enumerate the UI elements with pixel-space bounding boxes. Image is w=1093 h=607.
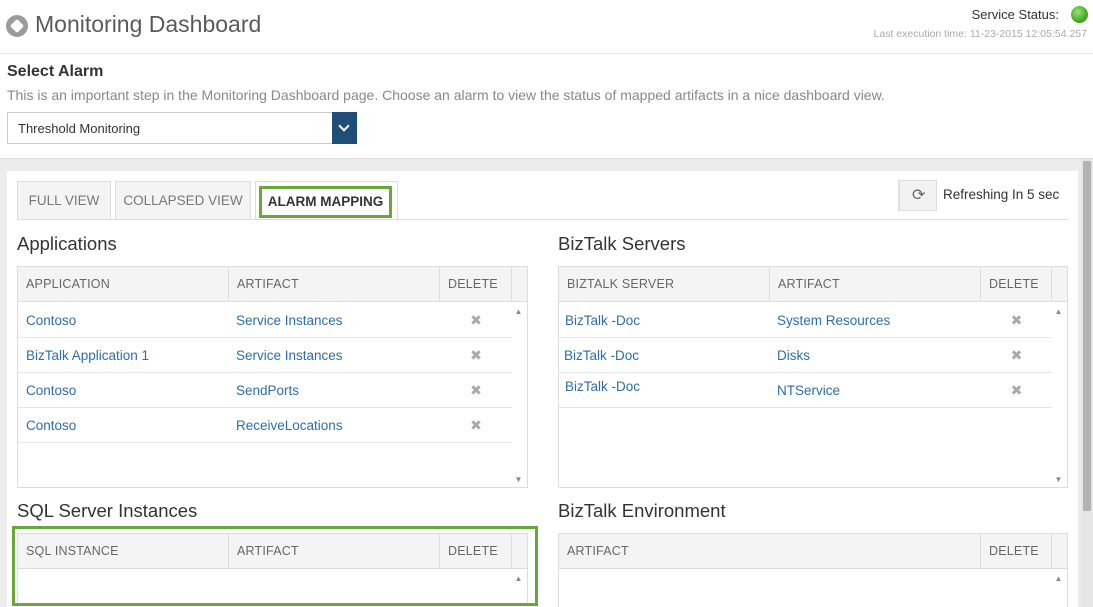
select-alarm-title: Select Alarm — [7, 63, 104, 80]
page-scrollbar-thumb[interactable] — [1083, 161, 1091, 511]
column-header-delete: DELETE — [981, 267, 1052, 302]
refresh-icon: ⟳ — [912, 187, 926, 204]
tabs-divider — [17, 219, 1068, 220]
column-header-delete: DELETE — [440, 267, 512, 302]
biztalk-environment-grid-scrollbar[interactable]: ▲ — [1050, 570, 1067, 607]
artifact-link[interactable]: Disks — [777, 338, 810, 373]
delete-icon[interactable]: ✖ — [981, 303, 1052, 338]
scroll-up-arrow-icon[interactable]: ▲ — [1050, 307, 1067, 316]
tab-full-view[interactable]: FULL VIEW — [17, 181, 111, 220]
chevron-down-icon[interactable] — [332, 112, 357, 144]
tab-alarm-mapping-label: ALARM MAPPING — [259, 186, 392, 218]
biztalk-server-link[interactable]: BizTalk -Doc — [565, 369, 640, 404]
scroll-up-arrow-icon[interactable]: ▲ — [1050, 574, 1067, 583]
artifact-link[interactable]: ReceiveLocations — [236, 408, 343, 443]
page-scrollbar[interactable] — [1081, 159, 1093, 607]
table-row: Contoso Service Instances ✖ — [18, 303, 512, 338]
column-header-biztalk-server[interactable]: BIZTALK SERVER — [559, 267, 770, 302]
artifact-link[interactable]: Service Instances — [236, 338, 343, 373]
sql-instances-highlight-frame — [12, 526, 538, 606]
application-link[interactable]: Contoso — [26, 373, 76, 408]
table-row: BizTalk -Doc Disks ✖ — [559, 338, 1052, 373]
applications-title: Applications — [17, 233, 117, 254]
page-title: Monitoring Dashboard — [35, 11, 262, 37]
table-row: BizTalk -Doc System Resources ✖ — [559, 303, 1052, 338]
column-header-artifact[interactable]: ARTIFACT — [229, 267, 440, 302]
application-link[interactable]: Contoso — [26, 408, 76, 443]
biztalk-servers-title: BizTalk Servers — [558, 233, 686, 254]
biztalk-server-link[interactable]: BizTalk -Doc — [565, 303, 640, 338]
delete-icon[interactable]: ✖ — [440, 303, 512, 338]
biztalk-servers-grid-scrollbar[interactable]: ▲ ▼ — [1050, 303, 1067, 487]
delete-icon[interactable]: ✖ — [981, 338, 1052, 373]
select-alarm-description: This is an important step in the Monitor… — [7, 87, 885, 103]
delete-icon[interactable]: ✖ — [440, 408, 512, 443]
service-status-indicator-icon — [1071, 6, 1088, 23]
delete-icon[interactable]: ✖ — [981, 373, 1052, 408]
table-row: Contoso SendPorts ✖ — [18, 373, 512, 408]
alarm-select-value: Threshold Monitoring — [18, 121, 141, 136]
column-header-artifact[interactable]: ARTIFACT — [770, 267, 981, 302]
artifact-link[interactable]: System Resources — [777, 303, 890, 338]
application-link[interactable]: BizTalk Application 1 — [26, 338, 149, 373]
artifact-link[interactable]: SendPorts — [236, 373, 299, 408]
scroll-down-arrow-icon[interactable]: ▼ — [510, 475, 527, 484]
column-header-artifact[interactable]: ARTIFACT — [559, 534, 981, 569]
sql-instances-title: SQL Server Instances — [17, 500, 198, 521]
biztalk-environment-grid-header: ARTIFACT DELETE — [559, 534, 1067, 569]
refresh-countdown: Refreshing In 5 sec — [943, 187, 1060, 202]
biztalk-environment-grid: ARTIFACT DELETE ▲ — [558, 533, 1068, 607]
header: Monitoring Dashboard Service Status: Las… — [0, 0, 1093, 54]
last-execution-time: Last execution time: 11-23-2015 12:05:54… — [873, 28, 1087, 40]
table-row: BizTalk Application 1 Service Instances … — [18, 338, 512, 373]
tab-collapsed-view[interactable]: COLLAPSED VIEW — [115, 181, 251, 220]
delete-icon[interactable]: ✖ — [440, 373, 512, 408]
service-status-label: Service Status: — [971, 7, 1059, 22]
tab-alarm-mapping[interactable]: ALARM MAPPING — [255, 181, 398, 220]
biztalk-servers-grid-header: BIZTALK SERVER ARTIFACT DELETE — [559, 267, 1067, 302]
biztalk-servers-grid: BIZTALK SERVER ARTIFACT DELETE BizTalk -… — [558, 266, 1068, 488]
scroll-down-arrow-icon[interactable]: ▼ — [1050, 475, 1067, 484]
column-header-application[interactable]: APPLICATION — [18, 267, 229, 302]
applications-grid-header: APPLICATION ARTIFACT DELETE — [18, 267, 527, 302]
column-header-delete: DELETE — [981, 534, 1052, 569]
refresh-button[interactable]: ⟳ — [899, 180, 937, 211]
artifact-link[interactable]: NTService — [777, 373, 840, 408]
table-row: BizTalk -Doc NTService ✖ — [559, 373, 1052, 408]
refresh-control: ⟳ Refreshing In 5 sec — [898, 179, 1068, 212]
biztalk-environment-title: BizTalk Environment — [558, 500, 726, 521]
table-row: Contoso ReceiveLocations ✖ — [18, 408, 512, 443]
application-link[interactable]: Contoso — [26, 303, 76, 338]
scroll-up-arrow-icon[interactable]: ▲ — [510, 307, 527, 316]
artifact-link[interactable]: Service Instances — [236, 303, 343, 338]
alarm-select[interactable]: Threshold Monitoring — [7, 112, 357, 144]
app-logo-icon — [6, 15, 28, 37]
biztalk-server-link[interactable]: BizTalk -Doc — [564, 338, 639, 373]
applications-grid: APPLICATION ARTIFACT DELETE Contoso Serv… — [17, 266, 528, 488]
delete-icon[interactable]: ✖ — [440, 338, 512, 373]
applications-grid-scrollbar[interactable]: ▲ ▼ — [510, 303, 527, 487]
